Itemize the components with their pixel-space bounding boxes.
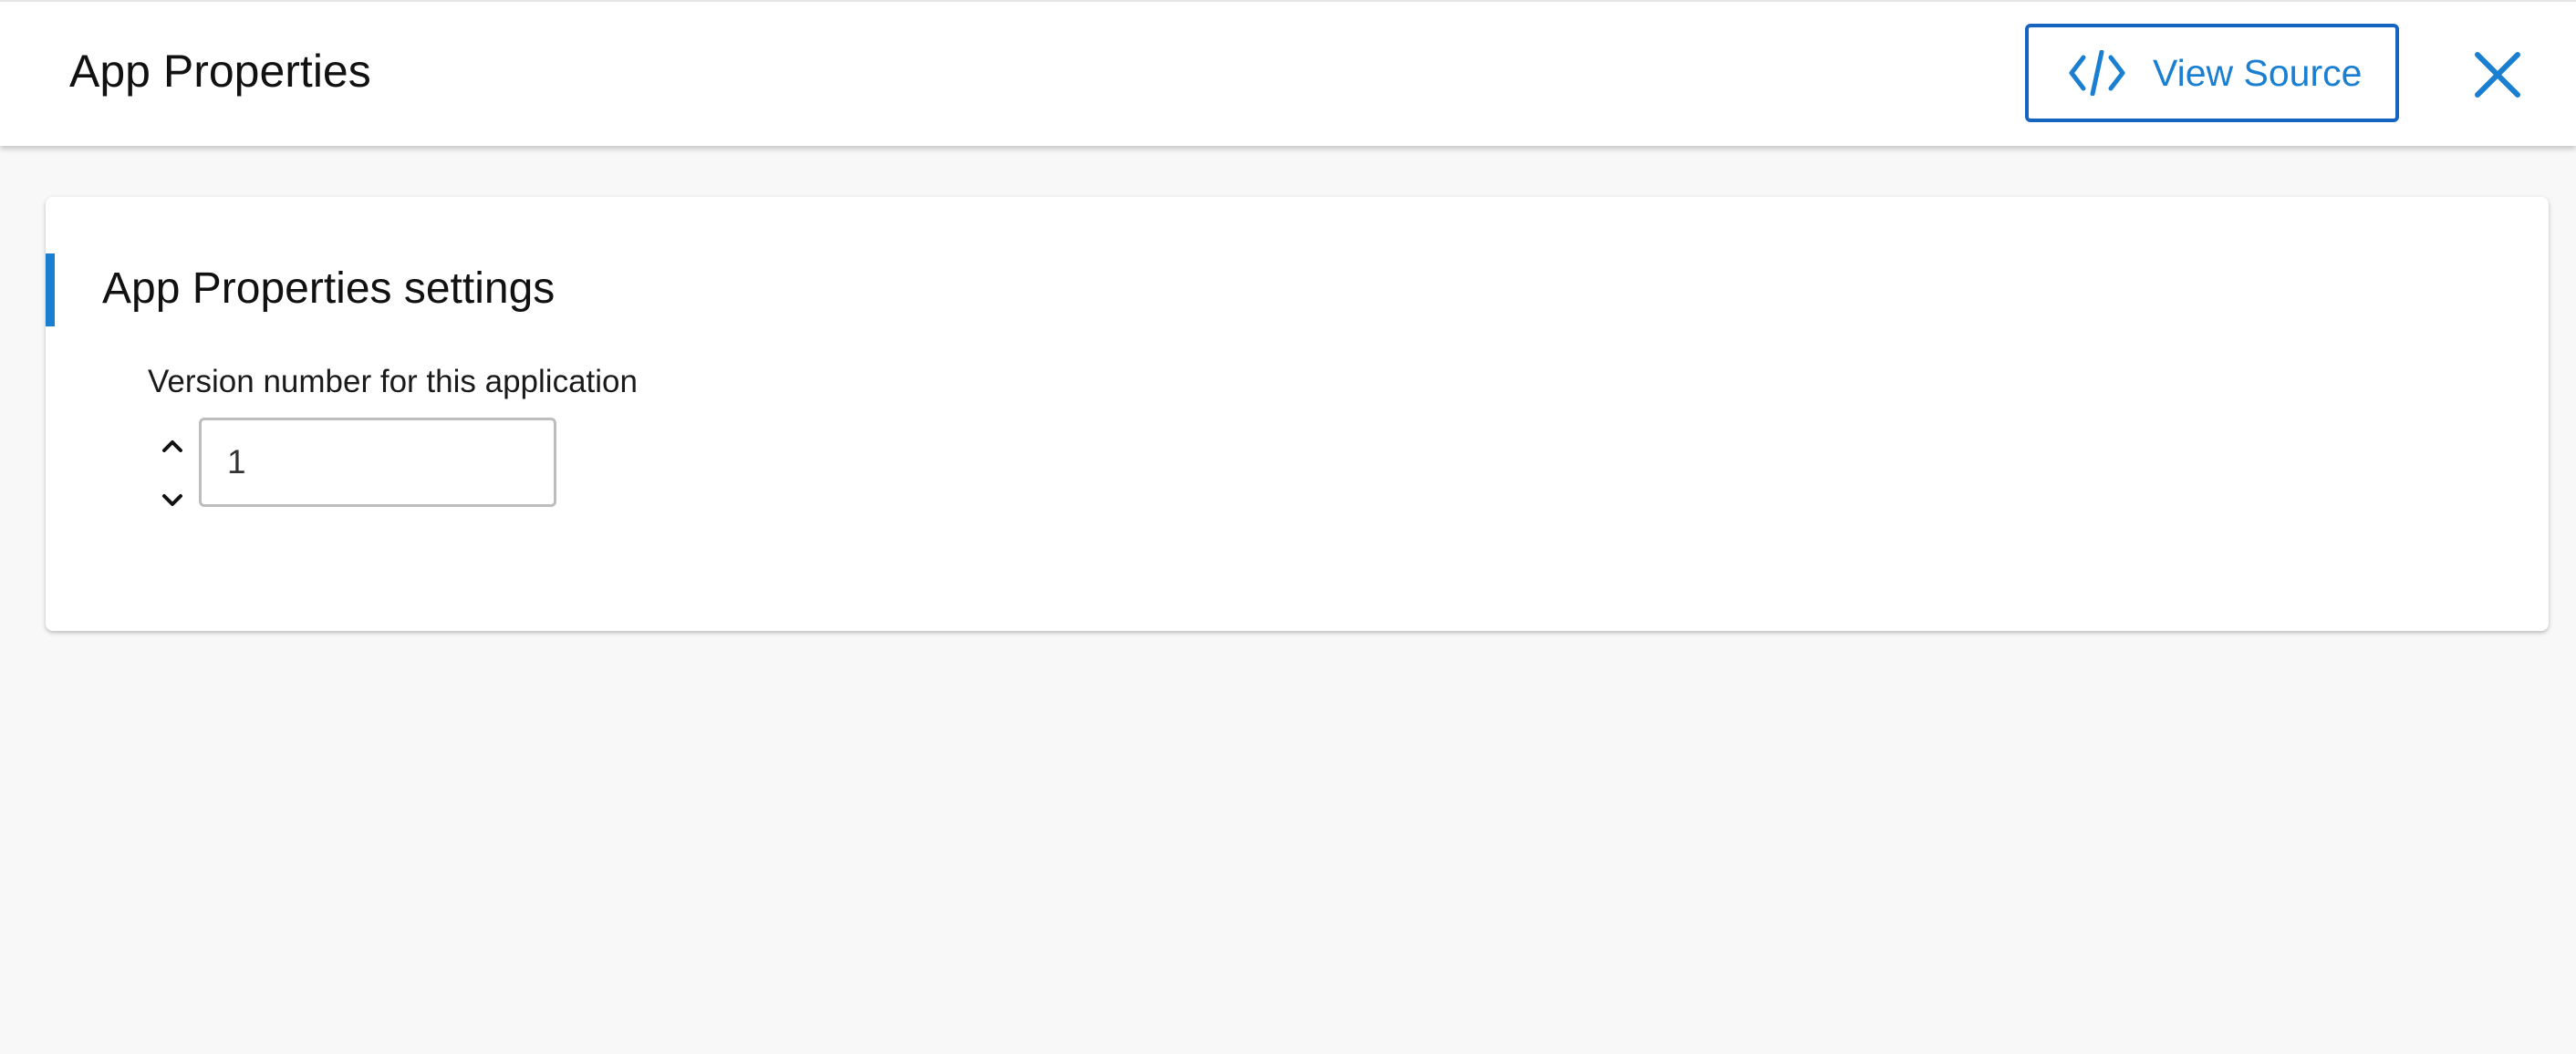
stepper-decrement-button[interactable] [157,485,188,516]
page-title: App Properties [69,46,371,97]
stepper-increment-button[interactable] [157,430,188,461]
close-button[interactable] [2472,49,2523,100]
section-accent-bar [46,253,55,326]
view-source-button[interactable]: View Source [2025,24,2399,122]
version-number-label: Version number for this application [148,364,638,399]
view-source-label: View Source [2153,51,2363,94]
app-header: App Properties View Source [0,0,2576,146]
section-title: App Properties settings [102,264,556,313]
code-icon [2069,49,2125,97]
version-number-input[interactable] [199,418,556,507]
chevron-down-icon [157,494,188,520]
version-stepper [157,430,188,518]
settings-card: App Properties settings Version number f… [46,197,2549,631]
close-icon [2472,52,2523,104]
chevron-up-icon [157,440,188,465]
